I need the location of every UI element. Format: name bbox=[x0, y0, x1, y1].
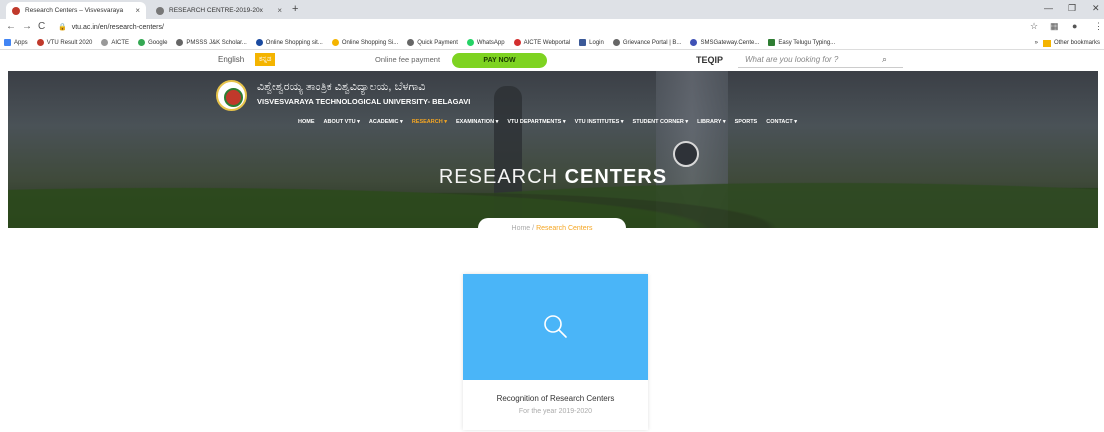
search-placeholder: What are you looking for ? bbox=[745, 55, 839, 64]
back-icon[interactable]: ← bbox=[6, 21, 16, 32]
nav-item-research[interactable]: RESEARCH ▾ bbox=[412, 119, 447, 125]
bookmark-item[interactable]: SMSGateway.Cente... bbox=[690, 39, 759, 46]
nav-item-vtu-departments[interactable]: VTU DEPARTMENTS ▾ bbox=[507, 119, 565, 125]
main-navigation: HOME ABOUT VTU ▾ ACADEMIC ▾ RESEARCH ▾ E… bbox=[298, 119, 797, 125]
new-tab-button[interactable]: + bbox=[292, 3, 298, 15]
aicte-favicon-icon bbox=[513, 39, 521, 46]
search-icon[interactable]: ⌕ bbox=[882, 53, 887, 66]
teqip-link[interactable]: TEQIP bbox=[696, 55, 723, 65]
bookmark-item[interactable]: Quick Payment bbox=[407, 39, 458, 46]
whatsapp-icon bbox=[466, 39, 474, 46]
nav-item-library[interactable]: LIBRARY ▾ bbox=[697, 119, 725, 125]
pay-now-button[interactable]: PAY NOW bbox=[452, 53, 547, 68]
breadcrumb-current: Research Centers bbox=[536, 225, 593, 232]
browser-tab-research-centre[interactable]: RESEARCH CENTRE-2019-20x × bbox=[150, 2, 288, 19]
typing-icon bbox=[768, 39, 776, 46]
bookmark-item[interactable]: VTU Result 2020 bbox=[36, 39, 92, 46]
site-favicon-icon bbox=[12, 6, 20, 15]
sms-icon bbox=[690, 39, 698, 46]
browser-tab-bar: Research Centers – Visvesvaraya × RESEAR… bbox=[0, 0, 1104, 19]
globe-icon bbox=[612, 39, 620, 46]
bookmark-item[interactable]: AICTE bbox=[101, 39, 129, 46]
nav-item-home[interactable]: HOME bbox=[298, 119, 315, 125]
vtu-favicon-icon bbox=[36, 39, 44, 46]
nav-item-about-vtu[interactable]: ABOUT VTU ▾ bbox=[324, 119, 360, 125]
close-tab-icon[interactable]: × bbox=[277, 6, 282, 15]
university-logo[interactable] bbox=[216, 80, 247, 111]
nav-item-vtu-institutes[interactable]: VTU INSTITUTES ▾ bbox=[575, 119, 624, 125]
globe-icon bbox=[407, 39, 415, 46]
folder-icon bbox=[1042, 39, 1051, 47]
login-icon bbox=[579, 39, 587, 46]
bookmark-item[interactable]: PMSSS J&K Scholar... bbox=[176, 39, 247, 46]
reload-icon[interactable]: C bbox=[38, 21, 45, 32]
lock-icon: 🔒 bbox=[58, 24, 67, 31]
card-title[interactable]: Recognition of Research Centers bbox=[463, 394, 648, 403]
nav-item-contact[interactable]: CONTACT ▾ bbox=[766, 119, 797, 125]
site-search-input[interactable]: What are you looking for ? ⌕ bbox=[738, 53, 903, 68]
minimize-icon[interactable]: — bbox=[1044, 3, 1053, 13]
close-window-icon[interactable]: ✕ bbox=[1092, 3, 1100, 14]
apps-grid-icon bbox=[4, 39, 11, 46]
aicte-favicon-icon bbox=[101, 39, 109, 46]
bookmark-item[interactable]: Easy Telugu Typing... bbox=[768, 39, 835, 46]
menu-icon[interactable]: ⋮ bbox=[1094, 21, 1103, 32]
breadcrumb-home[interactable]: Home bbox=[512, 225, 531, 232]
card-subtitle: For the year 2019-2020 bbox=[518, 408, 593, 415]
university-name-kannada: ವಿಶ್ವೇಶ್ವರಯ್ಯ ತಾಂತ್ರಿಕ ವಿಶ್ವವಿದ್ಯಾಲಯ, ಬೆ… bbox=[257, 81, 426, 93]
fee-payment-label: Online fee payment bbox=[375, 55, 441, 64]
profile-avatar-icon[interactable]: ● bbox=[1072, 21, 1077, 31]
globe-icon bbox=[176, 39, 184, 46]
bookmark-item[interactable]: Login bbox=[579, 39, 604, 46]
bookmark-item[interactable]: Online Shopping Si... bbox=[331, 39, 398, 46]
browser-tab-research-centers[interactable]: Research Centers – Visvesvaraya × bbox=[6, 2, 146, 19]
bookmark-item[interactable]: Grievance Portal | B... bbox=[612, 39, 681, 46]
bookmarks-bar: Apps VTU Result 2020 AICTE Google PMSSS … bbox=[0, 36, 1104, 50]
hero-banner: ವಿಶ್ವೇಶ್ವರಯ್ಯ ತಾಂತ್ರಿಕ ವಿಶ್ವವಿದ್ಯಾಲಯ, ಬೆ… bbox=[8, 71, 1098, 228]
nav-item-examination[interactable]: EXAMINATION ▾ bbox=[456, 119, 498, 125]
close-tab-icon[interactable]: × bbox=[135, 6, 140, 15]
breadcrumb-separator: / bbox=[532, 225, 535, 232]
url-field[interactable]: 🔒 vtu.ac.in/en/research-centers/ bbox=[58, 21, 1018, 34]
shop-icon bbox=[331, 39, 339, 46]
star-icon[interactable]: ☆ bbox=[1030, 21, 1038, 32]
bookmark-item[interactable]: WhatsApp bbox=[466, 39, 505, 46]
card-header bbox=[463, 274, 648, 380]
bookmark-item[interactable]: Google bbox=[138, 39, 167, 46]
bookmark-item[interactable]: Online Shopping sit... bbox=[255, 39, 323, 46]
page-title: RESEARCH CENTERS bbox=[8, 166, 1098, 189]
page-title-thin: RESEARCH bbox=[438, 166, 558, 188]
forward-icon[interactable]: → bbox=[22, 21, 32, 32]
site-topbar: English ಕನ್ನಡ Online fee payment PAY NOW… bbox=[0, 50, 1104, 71]
extension-icon[interactable]: ▦ bbox=[1050, 21, 1059, 32]
address-bar-row: ← → C 🔒 vtu.ac.in/en/research-centers/ ☆ … bbox=[0, 19, 1104, 36]
search-icon bbox=[544, 315, 567, 338]
breadcrumb: Home / Research Centers bbox=[478, 218, 626, 239]
nav-item-student-corner[interactable]: STUDENT CORNER ▾ bbox=[633, 119, 689, 125]
more-chevron-icon[interactable]: » bbox=[1035, 40, 1038, 46]
other-bookmarks[interactable]: » Other bookmarks bbox=[1035, 36, 1100, 49]
globe-icon bbox=[156, 6, 164, 15]
tab-title: Research Centers – Visvesvaraya bbox=[25, 7, 124, 14]
bookmark-item[interactable]: AICTE Webportal bbox=[513, 39, 570, 46]
language-kannada-button[interactable]: ಕನ್ನಡ bbox=[255, 53, 276, 66]
nav-item-academic[interactable]: ACADEMIC ▾ bbox=[369, 119, 403, 125]
bookmark-item[interactable]: Apps bbox=[4, 39, 28, 46]
research-center-card[interactable]: Recognition of Research Centers For the … bbox=[463, 274, 648, 430]
shop-icon bbox=[255, 39, 263, 46]
page-title-bold: CENTERS bbox=[564, 166, 668, 188]
language-english-link[interactable]: English bbox=[218, 55, 244, 64]
google-icon bbox=[138, 39, 146, 46]
maximize-icon[interactable]: ❐ bbox=[1068, 3, 1076, 14]
url-text: vtu.ac.in/en/research-centers/ bbox=[71, 24, 164, 31]
tab-title: RESEARCH CENTRE-2019-20x bbox=[169, 7, 263, 14]
nav-item-sports[interactable]: SPORTS bbox=[735, 119, 758, 125]
university-name-english: VISVESVARAYA TECHNOLOGICAL UNIVERSITY- B… bbox=[257, 97, 471, 106]
